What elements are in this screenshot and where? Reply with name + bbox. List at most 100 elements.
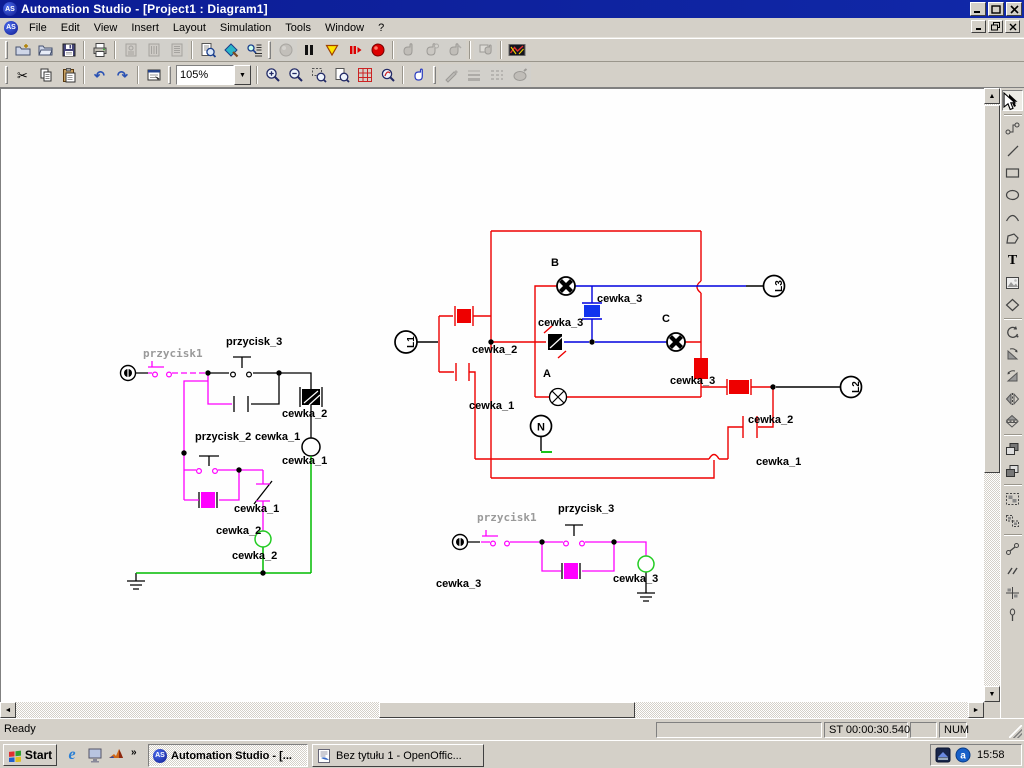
menu-file[interactable]: File (22, 19, 54, 37)
connector-tool-button[interactable] (1002, 118, 1023, 139)
horizontal-scrollbar[interactable]: ◄ ► (0, 702, 984, 718)
arc-tool-button[interactable] (1002, 206, 1023, 227)
menu-layout[interactable]: Layout (166, 19, 213, 37)
component-properties-button[interactable] (219, 39, 242, 61)
new-project-button[interactable] (11, 39, 34, 61)
text-tool-button[interactable]: T (1002, 250, 1023, 271)
flip-vertical-tool-button[interactable] (1002, 410, 1023, 431)
scroll-down-button[interactable]: ▼ (984, 686, 1000, 702)
project-doc-button-2[interactable] (142, 39, 165, 61)
simulation-stop-button[interactable] (366, 39, 389, 61)
menu-view[interactable]: View (87, 19, 125, 37)
ungroup-button[interactable] (1002, 510, 1023, 531)
toolbar-grab-handle[interactable] (433, 66, 436, 84)
rectangle-tool-button[interactable] (1002, 162, 1023, 183)
diamond-tool-button[interactable] (1002, 294, 1023, 315)
zoom-out-button[interactable] (284, 64, 307, 86)
fill-color-button[interactable] (508, 64, 531, 86)
resize-grip[interactable] (1009, 725, 1022, 738)
quicklaunch-matlab-icon[interactable] (107, 746, 125, 764)
link-tool-button[interactable] (1002, 538, 1023, 559)
toolbar-grab-handle[interactable] (5, 66, 8, 84)
mdi-restore-button[interactable] (988, 20, 1003, 33)
grab-mode-button-3[interactable] (443, 39, 466, 61)
simulation-step-button[interactable] (343, 39, 366, 61)
select-tool-button[interactable] (1002, 90, 1023, 111)
menu-tools[interactable]: Tools (278, 19, 318, 37)
zoom-page-button[interactable] (330, 64, 353, 86)
save-button[interactable] (57, 39, 80, 61)
scroll-left-button[interactable]: ◄ (0, 702, 16, 718)
project-doc-button-3[interactable] (165, 39, 188, 61)
toolbar-grab-handle[interactable] (5, 41, 8, 59)
open-project-button[interactable] (34, 39, 57, 61)
bring-to-front-button[interactable] (1002, 438, 1023, 459)
start-button[interactable]: Start (3, 744, 57, 766)
maximize-button[interactable] (988, 2, 1004, 16)
quicklaunch-desktop-icon[interactable] (86, 746, 104, 764)
tray-a-icon[interactable]: a (955, 747, 971, 763)
image-tool-button[interactable] (1002, 272, 1023, 293)
horizontal-scroll-thumb[interactable] (379, 702, 635, 718)
polygon-tool-button[interactable] (1002, 228, 1023, 249)
grab-mode-button-4[interactable] (474, 39, 497, 61)
quicklaunch-chevron[interactable]: » (131, 747, 137, 758)
zoom-dropdown-button[interactable]: ▼ (234, 65, 251, 85)
group-button[interactable] (1002, 488, 1023, 509)
undo-button[interactable]: ↶ (88, 64, 111, 86)
menu-edit[interactable]: Edit (54, 19, 87, 37)
simulation-pause-button[interactable] (297, 39, 320, 61)
pin-tool-button[interactable] (1002, 604, 1023, 625)
menu-help[interactable]: ? (371, 19, 391, 37)
pan-button[interactable] (407, 64, 430, 86)
print-preview-button[interactable] (196, 39, 219, 61)
minimize-button[interactable] (970, 2, 986, 16)
zoom-area-button[interactable] (307, 64, 330, 86)
rotate-left-tool-button[interactable] (1002, 344, 1023, 365)
document-icon[interactable]: AS (4, 21, 18, 35)
menu-insert[interactable]: Insert (124, 19, 166, 37)
task-openoffice[interactable]: Bez tytułu 1 - OpenOffic... (312, 744, 484, 767)
zoom-in-button[interactable] (261, 64, 284, 86)
toolbar-grab-handle[interactable] (168, 66, 171, 84)
grab-mode-button-1[interactable] (397, 39, 420, 61)
zoom-dynamic-button[interactable] (376, 64, 399, 86)
circuit-diagram[interactable]: L1 L3 L2 N (1, 89, 985, 703)
cut-button[interactable]: ✂ (11, 64, 34, 86)
print-button[interactable] (88, 39, 111, 61)
paste-button[interactable] (57, 64, 80, 86)
toolbar-grab-handle[interactable] (268, 41, 271, 59)
unlink-tool-button[interactable] (1002, 560, 1023, 581)
send-to-back-button[interactable] (1002, 460, 1023, 481)
copy-button[interactable] (34, 64, 57, 86)
line-width-button[interactable] (462, 64, 485, 86)
rotate-right-tool-button[interactable] (1002, 366, 1023, 387)
align-tool-button[interactable] (1002, 582, 1023, 603)
rotate-tool-button[interactable] (1002, 322, 1023, 343)
task-automation-studio[interactable]: AS Automation Studio - [... (148, 744, 308, 767)
redo-button[interactable]: ↷ (111, 64, 134, 86)
line-tool-button[interactable] (1002, 140, 1023, 161)
simulation-normal-button[interactable] (274, 39, 297, 61)
left-circuit[interactable] (121, 357, 323, 589)
grid-button[interactable] (353, 64, 376, 86)
vertical-scroll-thumb[interactable] (984, 105, 1000, 473)
line-style-button[interactable] (439, 64, 462, 86)
find-component-button[interactable] (242, 39, 265, 61)
menu-simulation[interactable]: Simulation (213, 19, 278, 37)
line-dash-button[interactable] (485, 64, 508, 86)
grab-mode-button-2[interactable] (420, 39, 443, 61)
project-doc-button-1[interactable] (119, 39, 142, 61)
close-button[interactable] (1006, 2, 1022, 16)
ellipse-tool-button[interactable] (1002, 184, 1023, 205)
right-circuit[interactable]: L1 L3 L2 N (395, 231, 862, 478)
simulation-slow-button[interactable] (320, 39, 343, 61)
diagram-canvas[interactable]: L1 L3 L2 N (0, 88, 984, 702)
vertical-scrollbar[interactable]: ▲ ▼ (984, 88, 1000, 702)
scroll-up-button[interactable]: ▲ (984, 88, 1000, 104)
menu-window[interactable]: Window (318, 19, 371, 37)
title-bar[interactable]: AS Automation Studio - [Project1 : Diagr… (0, 0, 1024, 18)
properties-button[interactable] (142, 64, 165, 86)
plotter-button[interactable] (505, 39, 528, 61)
bottom-circuit[interactable] (453, 525, 656, 601)
